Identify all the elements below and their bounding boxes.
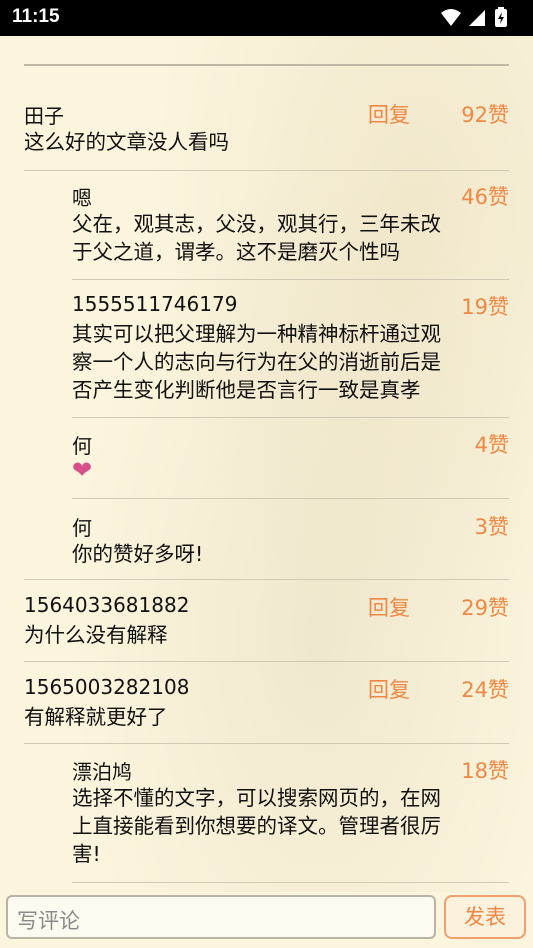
post-button[interactable]: 发表 (444, 895, 526, 939)
divider (24, 579, 509, 580)
like-count[interactable]: 29赞 (461, 592, 509, 622)
comment-author[interactable]: 嗯 (72, 182, 92, 211)
divider (24, 661, 509, 662)
comment-text: ❤ (72, 456, 92, 485)
status-time: 11:15 (12, 6, 60, 27)
reply-button[interactable]: 回复 (368, 674, 410, 704)
comment-list[interactable]: 田子 回复 92赞 这么好的文章没人看吗 嗯 46赞 父在，观其志，父没，观其行… (0, 36, 533, 892)
like-count[interactable]: 4赞 (475, 429, 509, 459)
comment-author[interactable]: 1564033681882 (24, 593, 189, 617)
reply-button[interactable]: 回复 (368, 592, 410, 622)
heart-icon: ❤ (72, 456, 93, 484)
divider (72, 498, 509, 499)
reply-button[interactable]: 回复 (368, 99, 410, 129)
divider (24, 170, 509, 171)
reply-item: 何 4赞 ❤ (72, 430, 509, 490)
divider (24, 64, 509, 66)
comment-author[interactable]: 何 (72, 430, 92, 459)
comment-item: 田子 回复 92赞 这么好的文章没人看吗 (24, 100, 509, 160)
comment-author[interactable]: 何 (72, 512, 92, 541)
comment-text: 其实可以把父理解为一种精神标杆通过观 察一个人的志向与行为在父的消逝前后是 否产… (72, 322, 441, 402)
reply-item: 漂泊鸠 18赞 选择不懂的文字，可以搜索网页的，在网 上直接能看到你想要的译文。… (72, 756, 509, 874)
divider (24, 743, 509, 744)
comment-item: 1565003282108 回复 24赞 有解释就更好了 (24, 675, 509, 735)
like-count[interactable]: 92赞 (461, 99, 509, 129)
like-count[interactable]: 18赞 (461, 755, 509, 785)
like-count[interactable]: 3赞 (475, 511, 509, 541)
comment-text: 这么好的文章没人看吗 (24, 130, 229, 154)
wifi-icon (441, 9, 461, 26)
cellular-signal-icon (469, 10, 485, 26)
comment-author[interactable]: 漂泊鸠 (72, 756, 132, 785)
comment-item: 1564033681882 回复 29赞 为什么没有解释 (24, 593, 509, 653)
comment-text: 为什么没有解释 (24, 623, 168, 647)
divider (72, 417, 509, 418)
status-icons (441, 7, 507, 27)
comment-text: 有解释就更好了 (24, 705, 168, 729)
comment-author[interactable]: 田子 (24, 100, 64, 129)
comment-input[interactable]: 写评论 (6, 895, 436, 939)
divider (72, 279, 509, 280)
reply-item: 1555511746179 19赞 其实可以把父理解为一种精神标杆通过观 察一个… (72, 292, 509, 410)
reply-item: 嗯 46赞 父在，观其志，父没，观其行，三年未改 于父之道，谓孝。这不是磨灭个性… (72, 182, 509, 272)
comment-text: 父在，观其志，父没，观其行，三年未改 于父之道，谓孝。这不是磨灭个性吗 (72, 212, 441, 264)
battery-icon (495, 7, 507, 27)
comment-composer: 写评论 发表 (0, 892, 533, 948)
comment-text: 你的赞好多呀! (72, 542, 204, 566)
comment-text: 选择不懂的文字，可以搜索网页的，在网 上直接能看到你想要的译文。管理者很厉 害! (72, 786, 441, 866)
like-count[interactable]: 24赞 (461, 674, 509, 704)
like-count[interactable]: 19赞 (461, 291, 509, 321)
comment-input-placeholder: 写评论 (17, 909, 80, 933)
reply-item: 何 3赞 你的赞好多呀! (72, 512, 509, 572)
divider (72, 882, 509, 883)
comment-author[interactable]: 1565003282108 (24, 675, 189, 699)
status-bar: 11:15 (0, 0, 533, 36)
like-count[interactable]: 46赞 (461, 181, 509, 211)
comment-author[interactable]: 1555511746179 (72, 292, 237, 316)
